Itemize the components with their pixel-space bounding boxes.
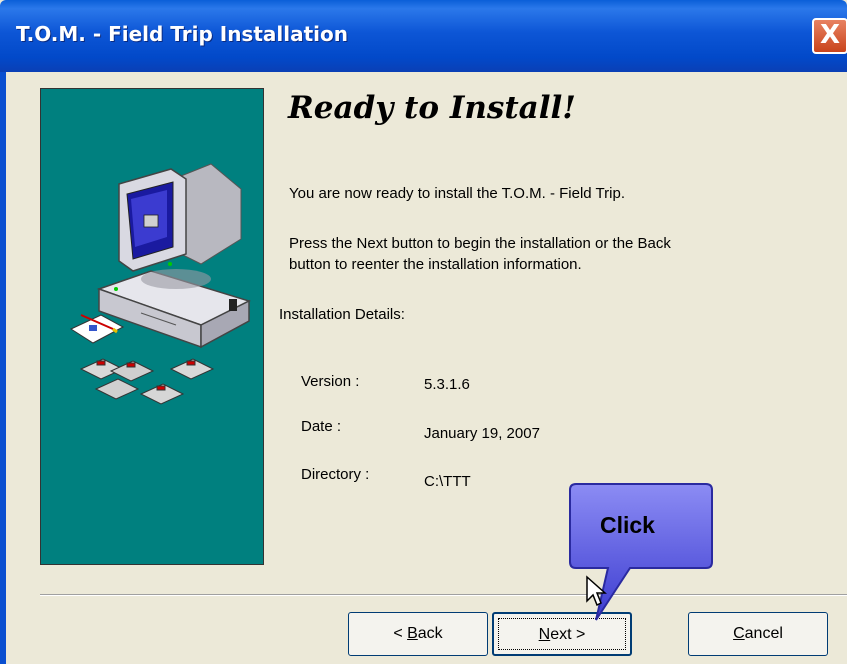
installer-side-graphic [40,88,264,565]
version-value: 5.3.1.6 [424,376,470,393]
version-label: Version : [301,373,360,390]
date-value: January 19, 2007 [424,425,540,442]
cancel-mnemonic: C [733,625,745,642]
instructions-line-2: button to reenter the installation infor… [289,256,582,273]
back-label-rest: ack [417,625,443,642]
date-label: Date : [301,418,342,435]
callout-text: Click [600,512,655,538]
cancel-label-rest: ancel [744,625,783,642]
mouse-cursor-icon [586,575,607,607]
directory-value: C:\TTT [424,473,471,490]
back-button[interactable]: < Back [348,612,488,656]
intro-text: You are now ready to install the T.O.M. … [289,185,625,202]
installation-details-label: Installation Details: [279,306,405,323]
computer-illustration-icon [69,163,252,405]
title-bar[interactable]: T.O.M. - Field Trip Installation X [0,0,847,72]
instructions-line-1: Press the Next button to begin the insta… [289,235,671,252]
installer-window: T.O.M. - Field Trip Installation X Ready… [0,0,847,664]
back-prefix: < [393,625,408,642]
page-heading: Ready to Install! [288,90,576,126]
close-icon: X [819,20,841,50]
window-border [0,72,6,664]
window-title: T.O.M. - Field Trip Installation [16,22,348,46]
back-mnemonic: B [407,625,418,642]
close-button[interactable]: X [812,18,847,54]
directory-label: Directory : [301,466,370,483]
